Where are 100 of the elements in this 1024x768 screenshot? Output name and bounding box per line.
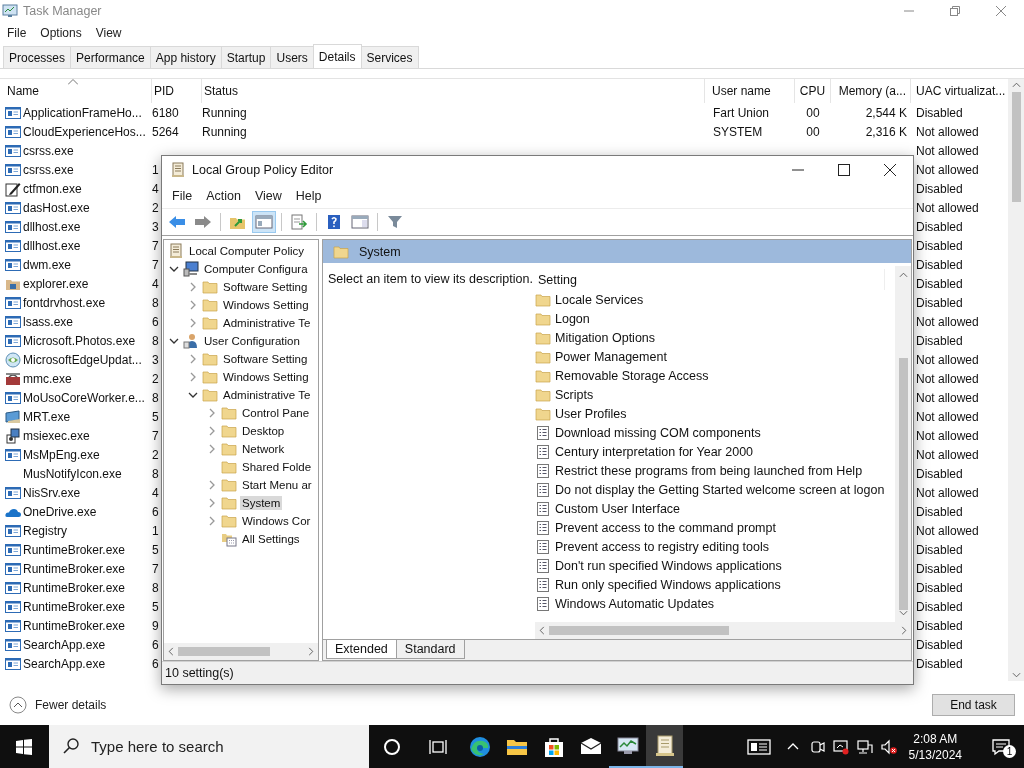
menu-item[interactable]: Options bbox=[40, 26, 82, 40]
scrollbar-thumb[interactable] bbox=[1011, 92, 1021, 202]
setting-item[interactable]: Locale Services bbox=[555, 292, 644, 307]
column-header[interactable]: Setting bbox=[538, 272, 577, 287]
chevron-right-icon[interactable] bbox=[207, 426, 217, 436]
setting-item[interactable]: Don't run specified Windows applications bbox=[555, 558, 782, 573]
setting-item[interactable]: User Profiles bbox=[555, 406, 627, 421]
tree-pane-icon[interactable] bbox=[253, 212, 275, 232]
tab[interactable]: Performance bbox=[70, 46, 151, 68]
column-header[interactable]: CPU bbox=[799, 84, 826, 98]
tree-item[interactable]: Administrative Te bbox=[221, 316, 313, 330]
scrollbar[interactable] bbox=[164, 643, 318, 660]
restore-icon[interactable] bbox=[950, 6, 960, 16]
chevron-down-icon[interactable] bbox=[188, 390, 198, 400]
end-task-button[interactable]: End task bbox=[932, 694, 1015, 716]
scroll-left-icon[interactable] bbox=[539, 626, 545, 635]
setting-item[interactable]: Download missing COM components bbox=[555, 425, 761, 440]
tab[interactable]: Users bbox=[270, 46, 314, 68]
setting-item[interactable]: Do not display the Getting Started welcome screen at logon bbox=[555, 482, 885, 497]
scroll-right-icon[interactable] bbox=[308, 647, 314, 656]
close-icon[interactable] bbox=[884, 164, 896, 176]
network-icon[interactable] bbox=[856, 738, 873, 755]
tree-item[interactable]: Shared Folde bbox=[240, 460, 314, 474]
circle-icon[interactable] bbox=[383, 737, 401, 756]
monitor-alert-icon[interactable] bbox=[832, 738, 849, 755]
scroll-down-icon[interactable] bbox=[1011, 672, 1021, 678]
column-header[interactable]: Status bbox=[202, 84, 239, 98]
tree-item[interactable]: Windows Cor bbox=[240, 514, 313, 528]
scrollbar[interactable] bbox=[535, 622, 911, 639]
clock-time[interactable]: 2:08 AM bbox=[913, 730, 958, 747]
tree-item[interactable]: Computer Configura bbox=[202, 262, 310, 276]
scrollbar-thumb[interactable] bbox=[549, 626, 729, 635]
view-tab[interactable]: Standard bbox=[395, 640, 465, 659]
tree-item[interactable]: System bbox=[240, 496, 283, 510]
chevron-right-icon[interactable] bbox=[207, 408, 217, 418]
tree-item[interactable]: Software Setting bbox=[221, 280, 310, 294]
tree-item[interactable]: Software Setting bbox=[221, 352, 310, 366]
scroll-up-icon[interactable] bbox=[898, 272, 908, 278]
menu-item[interactable]: View bbox=[254, 189, 282, 203]
menu-item[interactable]: View bbox=[95, 26, 122, 40]
collapse-icon[interactable] bbox=[9, 696, 27, 714]
setting-item[interactable]: Prevent access to registry editing tools bbox=[555, 539, 769, 554]
setting-item[interactable]: Scripts bbox=[555, 387, 594, 402]
setting-item[interactable]: Power Management bbox=[555, 349, 667, 364]
tab[interactable]: Startup bbox=[220, 46, 272, 68]
tree-item[interactable]: Administrative Te bbox=[221, 388, 313, 402]
setting-item[interactable]: Mitigation Options bbox=[555, 330, 656, 345]
menu-item[interactable]: Help bbox=[295, 189, 322, 203]
setting-item[interactable]: Windows Automatic Updates bbox=[555, 596, 715, 611]
chevron-down-icon[interactable] bbox=[169, 336, 179, 346]
scroll-down-icon[interactable] bbox=[898, 610, 908, 616]
column-header[interactable]: UAC virtualizat... bbox=[916, 84, 1006, 98]
tree-item[interactable]: Windows Setting bbox=[221, 370, 311, 384]
chevron-right-icon[interactable] bbox=[188, 300, 198, 310]
chevron-right-icon[interactable] bbox=[188, 282, 198, 292]
chevron-right-icon[interactable] bbox=[188, 354, 198, 364]
scrollbar-thumb[interactable] bbox=[898, 358, 908, 610]
clock-date[interactable]: 5/13/2024 bbox=[908, 746, 962, 763]
menu-item[interactable]: Action bbox=[206, 189, 241, 203]
windows-logo-icon[interactable] bbox=[16, 738, 32, 755]
setting-item[interactable]: Century interpretation for Year 2000 bbox=[555, 444, 754, 459]
setting-item[interactable]: Prevent access to the command prompt bbox=[555, 520, 776, 535]
tree-item[interactable]: Windows Setting bbox=[221, 298, 311, 312]
tree-item[interactable]: Control Pane bbox=[240, 406, 312, 420]
chevron-right-icon[interactable] bbox=[188, 372, 198, 382]
setting-item[interactable]: Custom User Interface bbox=[555, 501, 681, 516]
export-list-icon[interactable] bbox=[288, 212, 310, 232]
view-tab[interactable]: Extended bbox=[326, 640, 397, 659]
setting-item[interactable]: Removable Storage Access bbox=[555, 368, 709, 383]
menu-item[interactable]: File bbox=[7, 26, 27, 40]
chevron-right-icon[interactable] bbox=[207, 516, 217, 526]
maximize-icon[interactable] bbox=[838, 164, 850, 176]
chevron-right-icon[interactable] bbox=[207, 444, 217, 454]
setting-item[interactable]: Run only specified Windows applications bbox=[555, 577, 781, 592]
tab[interactable]: Processes bbox=[3, 46, 72, 68]
scroll-up-icon[interactable] bbox=[1011, 82, 1021, 88]
chevron-right-icon[interactable] bbox=[188, 318, 198, 328]
chevron-down-icon[interactable] bbox=[169, 264, 179, 274]
tree-item[interactable]: Desktop bbox=[240, 424, 287, 438]
column-header[interactable]: PID bbox=[152, 84, 174, 98]
task-view-icon[interactable] bbox=[429, 737, 447, 756]
chevron-right-icon[interactable] bbox=[207, 480, 217, 490]
column-header[interactable]: Memory (a... bbox=[838, 84, 906, 98]
volume-muted-icon[interactable] bbox=[880, 738, 897, 755]
menu-item[interactable]: File bbox=[172, 189, 193, 203]
camera-icon[interactable] bbox=[808, 738, 825, 755]
setting-item[interactable]: Restrict these programs from being launched from Help bbox=[555, 463, 863, 478]
setting-item[interactable]: Logon bbox=[555, 311, 590, 326]
fewer-details-link[interactable]: Fewer details bbox=[35, 698, 107, 712]
tree-item[interactable]: All Settings bbox=[240, 532, 302, 546]
running-app-button[interactable] bbox=[646, 725, 683, 768]
chat-bubble-icon[interactable] bbox=[992, 737, 1010, 756]
chevron-right-icon[interactable] bbox=[207, 498, 217, 508]
tree-item[interactable]: User Configuration bbox=[202, 334, 302, 348]
scrollbar-thumb[interactable] bbox=[178, 647, 270, 656]
newspaper-icon[interactable] bbox=[746, 738, 771, 755]
tab[interactable]: App history bbox=[149, 46, 222, 68]
column-header[interactable]: Name bbox=[7, 84, 39, 98]
scroll-left-icon[interactable] bbox=[168, 647, 174, 656]
tree-item[interactable]: Network bbox=[240, 442, 287, 456]
